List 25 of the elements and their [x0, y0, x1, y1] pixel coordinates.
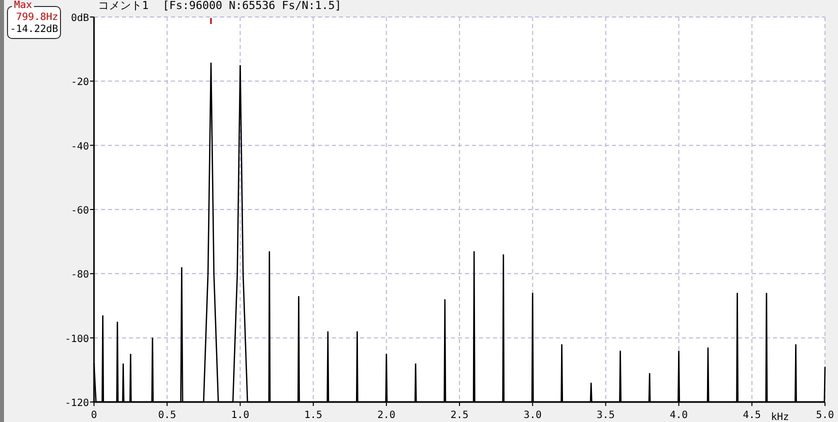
x-tick-label: 0.5: [158, 410, 176, 421]
y-tick-label: -20: [70, 77, 89, 88]
x-tick-label: 4.0: [670, 410, 688, 421]
peak-marker: [210, 18, 212, 24]
x-tick-label: 5.0: [816, 410, 834, 421]
x-tick-label: 4.5: [742, 410, 761, 421]
x-tick-label: 3.5: [596, 410, 615, 421]
x-tick-label: 0: [90, 410, 98, 421]
comment-label: コメント1: [98, 0, 149, 12]
y-tick-label: -80: [70, 270, 89, 281]
x-tick-label: 2.0: [377, 410, 396, 421]
readout-label: Max: [13, 0, 34, 12]
x-tick-label: 1.0: [231, 410, 250, 421]
y-tick-label: -120: [64, 398, 89, 409]
peak-level: -14.22dB: [10, 24, 58, 36]
y-tick-label: -60: [70, 206, 89, 216]
y-tick-label: 0dB: [70, 13, 89, 24]
x-tick-label: 3.0: [524, 410, 542, 421]
peak-frequency: 799.8Hz: [16, 12, 58, 24]
y-tick-label: -40: [70, 141, 89, 152]
sampling-parameters: [Fs:96000 N:65536 Fs/N:1.5]: [162, 0, 342, 12]
x-tick-label: 2.5: [450, 410, 469, 421]
x-tick-label: 1.5: [304, 410, 322, 421]
x-axis-unit: kHz: [770, 412, 790, 422]
y-tick-label: -100: [64, 334, 89, 345]
